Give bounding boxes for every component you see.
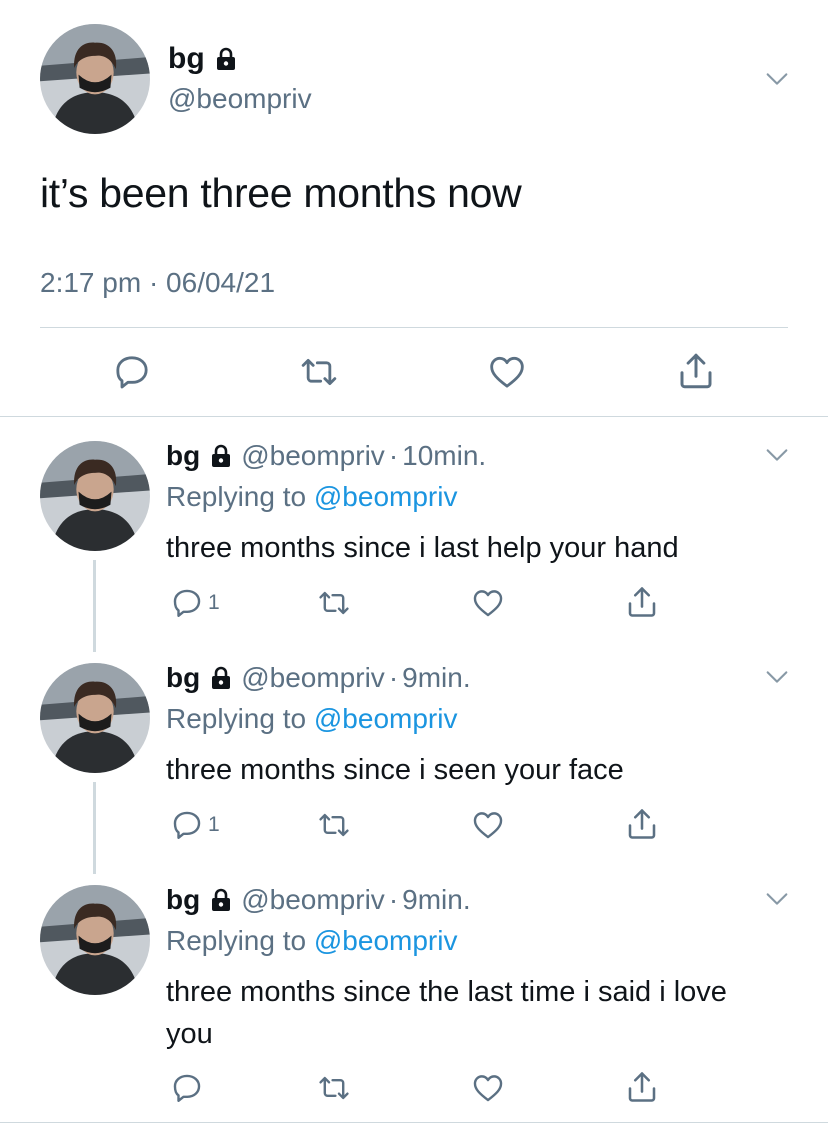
retweet-button[interactable] [317,1071,351,1105]
chevron-down-icon[interactable] [763,441,791,469]
relative-time[interactable]: 9min. [402,662,470,694]
avatar[interactable] [40,663,150,773]
retweet-button[interactable] [299,352,339,392]
share-button[interactable] [624,1069,660,1105]
avatar[interactable] [40,441,150,551]
lock-icon [209,665,233,691]
separator-dot: · [388,440,399,471]
replying-to-label: Replying to [166,925,307,956]
reply-header: bg @beompriv · 10min. [166,440,486,472]
reply-count: 1 [208,591,220,614]
separator-dot: · [388,884,399,915]
heart-icon [487,352,527,392]
replying-to-label: Replying to [166,481,307,512]
reply-text: three months since i seen your face [166,754,624,786]
retweet-icon [299,352,339,392]
like-button[interactable] [471,808,505,842]
handle[interactable]: @beompriv [168,83,312,115]
replying-to-handle[interactable]: @beompriv [314,703,458,734]
relative-time[interactable]: 9min. [402,884,470,916]
replying-to: Replying to @beompriv [166,481,457,513]
retweet-icon [317,808,351,842]
chevron-down-icon[interactable] [763,885,791,913]
replying-to: Replying to @beompriv [166,925,457,957]
reply-header: bg @beompriv · 9min. [166,884,471,916]
lock-icon [209,887,233,913]
heart-icon [471,1071,505,1105]
replying-to-handle[interactable]: @beompriv [314,925,458,956]
reply-header: bg @beompriv · 9min. [166,662,471,694]
heart-icon [471,808,505,842]
like-button[interactable] [471,586,505,620]
share-icon [624,584,660,620]
replying-to: Replying to @beompriv [166,703,457,735]
handle[interactable]: @beompriv [241,440,385,472]
share-icon [624,1069,660,1105]
replying-to-handle[interactable]: @beompriv [314,481,458,512]
reply-icon [170,808,204,842]
reply-count: 1 [208,813,220,836]
replying-to-label: Replying to [166,703,307,734]
heart-icon [471,586,505,620]
display-name[interactable]: bg [166,884,200,916]
lock-icon [214,46,238,72]
avatar[interactable] [40,24,150,134]
reply-button[interactable]: 1 [170,808,220,842]
share-button[interactable] [624,806,660,842]
reply-icon [112,352,152,392]
retweet-icon [317,586,351,620]
avatar[interactable] [40,885,150,995]
chevron-down-icon[interactable] [763,65,791,93]
like-button[interactable] [471,1071,505,1105]
divider [40,327,788,328]
share-button[interactable] [675,350,717,392]
relative-time[interactable]: 10min. [402,440,486,472]
display-name[interactable]: bg [168,42,205,76]
like-button[interactable] [487,352,527,392]
chevron-down-icon[interactable] [763,663,791,691]
retweet-button[interactable] [317,808,351,842]
author-name-row: bg [168,42,238,76]
retweet-icon [317,1071,351,1105]
section-divider [0,416,828,417]
share-icon [675,350,717,392]
separator-dot: · [388,662,399,693]
display-name[interactable]: bg [166,662,200,694]
handle[interactable]: @beompriv [241,884,385,916]
reply-text: three months since i last help your hand [166,532,679,564]
bottom-divider [0,1122,828,1123]
handle[interactable]: @beompriv [241,662,385,694]
reply-button[interactable] [170,1071,204,1105]
share-button[interactable] [624,584,660,620]
lock-icon [209,443,233,469]
reply-icon [170,1071,204,1105]
display-name[interactable]: bg [166,440,200,472]
retweet-button[interactable] [317,586,351,620]
reply-button[interactable] [112,352,152,392]
tweet-timestamp[interactable]: 2:17 pm · 06/04/21 [40,267,275,299]
thread-line [93,560,96,652]
share-icon [624,806,660,842]
reply-button[interactable]: 1 [170,586,220,620]
tweet-text: it’s been three months now [40,170,522,216]
reply-text: three months since the last time i said … [166,976,727,1050]
thread-line [93,782,96,874]
reply-icon [170,586,204,620]
